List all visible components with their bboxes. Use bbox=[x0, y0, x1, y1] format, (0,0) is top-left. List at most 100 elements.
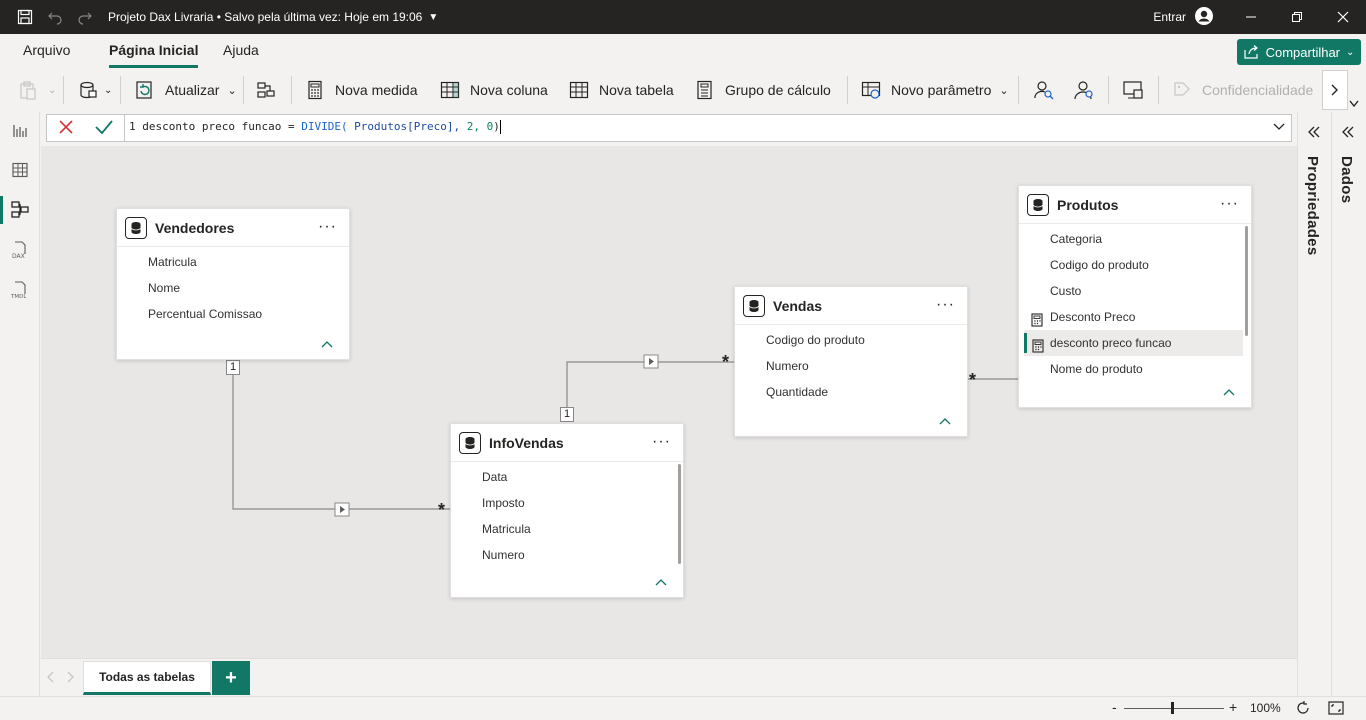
more-options-icon[interactable]: ··· bbox=[318, 218, 337, 236]
text-cursor bbox=[499, 120, 501, 134]
table-card-vendas[interactable]: Vendas ··· Codigo do produto Numero Quan… bbox=[734, 286, 968, 437]
collapse-icon[interactable] bbox=[1223, 384, 1235, 399]
chevron-down-icon[interactable]: ▼ bbox=[428, 12, 438, 23]
chevron-down-icon: ⌄ bbox=[48, 84, 57, 96]
field-item[interactable]: Numero bbox=[735, 353, 967, 379]
save-icon[interactable] bbox=[10, 0, 40, 34]
new-column-button[interactable]: Nova coluna bbox=[440, 76, 548, 104]
manage-roles-button[interactable] bbox=[1072, 76, 1094, 104]
properties-pane-label[interactable]: Propriedades bbox=[1304, 156, 1321, 255]
more-options-icon[interactable]: ··· bbox=[1220, 195, 1239, 213]
collapse-icon[interactable] bbox=[939, 413, 951, 428]
zoom-slider[interactable] bbox=[1124, 708, 1224, 709]
account-icon[interactable] bbox=[1194, 6, 1214, 29]
zoom-out-icon[interactable]: - bbox=[1112, 699, 1117, 715]
expand-pane-icon[interactable] bbox=[1341, 126, 1355, 141]
maximize-button[interactable] bbox=[1274, 0, 1320, 34]
tab-scroll-left-icon[interactable] bbox=[47, 671, 55, 686]
new-parameter-button[interactable]: Novo parâmetro ⌄ bbox=[861, 76, 1009, 104]
report-view-button[interactable] bbox=[0, 112, 40, 148]
view-as-button[interactable] bbox=[1033, 76, 1055, 104]
table-card-infovendas[interactable]: InfoVendas ··· Data Imposto Matricula Nu… bbox=[450, 423, 684, 598]
ribbon-collapse-button[interactable] bbox=[1349, 96, 1359, 111]
signin-label[interactable]: Entrar bbox=[1153, 10, 1186, 24]
cancel-formula-icon[interactable] bbox=[58, 119, 74, 138]
tab-ajuda[interactable]: Ajuda bbox=[223, 42, 259, 58]
formula-close: ) bbox=[493, 120, 500, 133]
field-item[interactable]: Data bbox=[451, 464, 683, 490]
field-item[interactable]: Matricula bbox=[117, 249, 349, 275]
manage-relationships-button[interactable] bbox=[256, 76, 276, 104]
table-card-vendedores[interactable]: Vendedores ··· Matricula Nome Percentual… bbox=[116, 208, 350, 360]
sensitivity-label: Confidencialidade bbox=[1202, 82, 1314, 98]
zoom-in-icon[interactable]: + bbox=[1229, 699, 1237, 715]
table-header[interactable]: InfoVendas ··· bbox=[451, 424, 683, 462]
expand-pane-icon[interactable] bbox=[1307, 126, 1321, 141]
line-number: 1 bbox=[129, 120, 136, 133]
minimize-button[interactable] bbox=[1228, 0, 1274, 34]
undo-icon[interactable] bbox=[40, 0, 70, 34]
close-button[interactable] bbox=[1320, 0, 1366, 34]
add-layout-button[interactable]: + bbox=[212, 661, 250, 695]
tab-all-tables[interactable]: Todas as tabelas bbox=[83, 661, 211, 695]
data-pane[interactable]: Dados bbox=[1331, 112, 1365, 696]
field-item[interactable]: Custo bbox=[1019, 278, 1251, 304]
more-options-icon[interactable]: ··· bbox=[936, 296, 955, 314]
field-item[interactable]: Quantidade bbox=[735, 379, 967, 405]
field-item[interactable]: Categoria bbox=[1019, 226, 1251, 252]
column-icon bbox=[440, 81, 460, 99]
zoom-level[interactable]: 100% bbox=[1250, 701, 1281, 715]
table-card-produtos[interactable]: Produtos ··· Categoria Codigo do produto… bbox=[1018, 185, 1252, 408]
sensitivity-button[interactable]: Confidencialidade bbox=[1172, 76, 1313, 104]
more-options-icon[interactable]: ··· bbox=[652, 433, 671, 451]
fit-to-screen-icon[interactable] bbox=[1328, 700, 1344, 719]
data-pane-label[interactable]: Dados bbox=[1338, 156, 1355, 203]
scrollbar[interactable] bbox=[678, 464, 681, 564]
new-measure-button[interactable]: Nova medida bbox=[305, 76, 418, 104]
refresh-button[interactable]: Atualizar ⌄ bbox=[135, 76, 237, 104]
paste-button[interactable]: ⌄ bbox=[18, 76, 56, 104]
reset-layout-icon[interactable] bbox=[1295, 700, 1311, 719]
commit-formula-icon[interactable] bbox=[95, 119, 113, 138]
publish-button[interactable] bbox=[1122, 76, 1144, 104]
tmdl-view-button[interactable]: TMDL bbox=[0, 272, 40, 308]
formula-lhs: desconto preco funcao = bbox=[142, 120, 302, 133]
share-button[interactable]: Compartilhar ⌄ bbox=[1237, 39, 1361, 65]
redo-icon[interactable] bbox=[70, 0, 100, 34]
tab-pagina-inicial[interactable]: Página Inicial bbox=[109, 42, 199, 68]
document-title[interactable]: Projeto Dax Livraria • Salvo pela última… bbox=[108, 10, 422, 24]
model-canvas[interactable]: 1 * 1 * * Vendedores ··· Matricula Nome … bbox=[41, 146, 1297, 658]
collapse-icon[interactable] bbox=[321, 336, 333, 351]
field-item[interactable]: Matricula bbox=[451, 516, 683, 542]
collapse-icon[interactable] bbox=[655, 574, 667, 589]
properties-pane[interactable]: Propriedades bbox=[1297, 112, 1331, 696]
table-header[interactable]: Vendas ··· bbox=[735, 287, 967, 325]
dax-query-view-button[interactable]: DAX bbox=[0, 232, 40, 268]
field-item[interactable]: Numero bbox=[451, 542, 683, 568]
table-header[interactable]: Produtos ··· bbox=[1019, 186, 1251, 224]
divider bbox=[1018, 76, 1019, 104]
expand-formula-icon[interactable] bbox=[1273, 120, 1285, 135]
table-view-button[interactable] bbox=[0, 152, 40, 188]
sensitivity-icon bbox=[1174, 82, 1190, 96]
scrollbar[interactable] bbox=[1245, 226, 1248, 336]
field-item[interactable]: Imposto bbox=[451, 490, 683, 516]
field-item[interactable]: Codigo do produto bbox=[735, 327, 967, 353]
formula-editor[interactable]: 1 desconto preco funcao = DIVIDE( Produt… bbox=[129, 120, 501, 134]
measure-item[interactable]: Desconto Preco bbox=[1019, 304, 1251, 330]
field-item[interactable]: Codigo do produto bbox=[1019, 252, 1251, 278]
data-button[interactable]: ⌄ bbox=[78, 76, 112, 104]
new-table-button[interactable]: Nova tabela bbox=[569, 76, 674, 104]
field-item[interactable]: Percentual Comissao bbox=[117, 301, 349, 327]
model-view-button[interactable] bbox=[0, 192, 40, 228]
tab-scroll-right-icon[interactable] bbox=[67, 671, 75, 686]
field-item[interactable]: Nome do produto bbox=[1019, 356, 1251, 382]
chevron-down-icon: ⌄ bbox=[1346, 46, 1355, 58]
zoom-slider-thumb[interactable] bbox=[1171, 702, 1174, 714]
field-item[interactable]: Nome bbox=[117, 275, 349, 301]
selected-measure-item[interactable]: desconto preco funcao bbox=[1024, 330, 1243, 356]
tab-arquivo[interactable]: Arquivo bbox=[23, 42, 70, 58]
calc-group-button[interactable]: Grupo de cálculo bbox=[695, 76, 831, 104]
table-header[interactable]: Vendedores ··· bbox=[117, 209, 349, 247]
ribbon-scroll-right-button[interactable] bbox=[1322, 70, 1348, 110]
